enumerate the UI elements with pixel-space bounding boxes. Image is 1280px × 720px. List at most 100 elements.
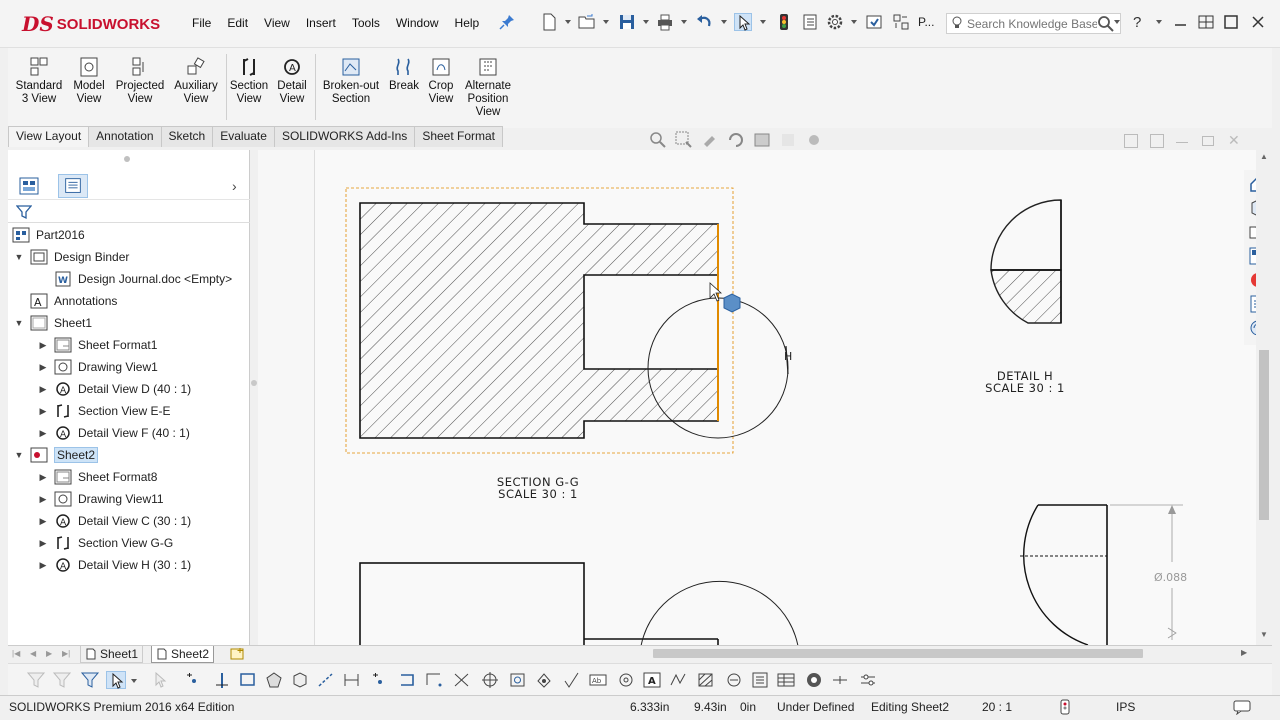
select-other-icon[interactable] bbox=[150, 671, 170, 689]
menu-tools[interactable]: Tools bbox=[344, 16, 388, 30]
alternate-position-view-button[interactable]: Alternate Position View bbox=[460, 56, 516, 119]
tile-icon[interactable] bbox=[1150, 134, 1164, 148]
tree-item-annotations[interactable]: A Annotations bbox=[30, 291, 117, 311]
sheet-scale[interactable]: 20 : 1 bbox=[982, 700, 1012, 714]
expand-arrow-icon[interactable]: ▶ bbox=[38, 362, 48, 373]
tab-sheet-format[interactable]: Sheet Format bbox=[414, 126, 504, 147]
vertical-scroll-thumb[interactable] bbox=[1259, 350, 1269, 520]
lower-views[interactable]: Ø.088 bbox=[359, 504, 1187, 645]
balloon-icon[interactable] bbox=[534, 671, 554, 689]
model-view-button[interactable]: Model View bbox=[68, 56, 110, 106]
filter-edges-icon[interactable] bbox=[52, 671, 72, 689]
select-dropdown-icon[interactable] bbox=[760, 20, 766, 24]
collapse-arrow-icon[interactable]: ▼ bbox=[14, 318, 24, 328]
zoom-to-area-icon[interactable] bbox=[674, 130, 694, 150]
cube-icon[interactable] bbox=[290, 671, 310, 689]
tab-evaluate[interactable]: Evaluate bbox=[212, 126, 275, 147]
sketch-settings-icon[interactable] bbox=[858, 671, 878, 689]
search-icon[interactable] bbox=[1097, 15, 1114, 32]
expand-arrow-icon[interactable]: ▶ bbox=[38, 472, 48, 483]
layer-icon[interactable] bbox=[750, 671, 770, 689]
panel-splitter[interactable] bbox=[250, 150, 258, 645]
minimize-window-icon[interactable] bbox=[1174, 15, 1188, 29]
expand-arrow-icon[interactable]: ▶ bbox=[38, 428, 48, 439]
geometric-tolerance-icon[interactable] bbox=[616, 671, 636, 689]
pin-icon[interactable] bbox=[498, 13, 516, 31]
section-view-g-g[interactable]: H bbox=[345, 187, 792, 454]
vertical-scrollbar[interactable]: ▲ ▼ bbox=[1256, 150, 1272, 645]
horizontal-scroll-thumb[interactable] bbox=[653, 649, 1143, 658]
projected-view-button[interactable]: Projected View bbox=[112, 56, 168, 106]
tree-item-design-journal[interactable]: W Design Journal.doc <Empty> bbox=[54, 269, 232, 289]
menu-insert[interactable]: Insert bbox=[298, 16, 344, 30]
convert-entities-icon[interactable] bbox=[398, 671, 418, 689]
save-icon[interactable] bbox=[618, 13, 636, 31]
restore-down-icon[interactable] bbox=[1124, 134, 1138, 148]
tab-solidworks-add-ins[interactable]: SOLIDWORKS Add-Ins bbox=[273, 126, 416, 147]
center-mark-icon[interactable] bbox=[480, 671, 500, 689]
filter-faces-icon[interactable] bbox=[26, 671, 46, 689]
splitter-grip-icon[interactable] bbox=[251, 380, 257, 386]
tree-item-detail-view-h[interactable]: ▶ A Detail View H (30 : 1) bbox=[38, 555, 192, 575]
select-arrow-icon[interactable] bbox=[734, 13, 752, 31]
tree-item-drawing-view1[interactable]: ▶ Drawing View1 bbox=[38, 357, 158, 377]
table-icon[interactable] bbox=[776, 671, 796, 689]
crop-view-button[interactable]: Crop View bbox=[426, 56, 456, 106]
drawing-canvas[interactable]: H Ø.088 bbox=[258, 150, 1258, 645]
expand-arrow-icon[interactable]: ▶ bbox=[38, 406, 48, 417]
new-dropdown-icon[interactable] bbox=[565, 20, 571, 24]
view-settings-icon[interactable] bbox=[752, 130, 772, 150]
menu-file[interactable]: File bbox=[184, 16, 219, 30]
broken-out-section-button[interactable]: Broken-out Section bbox=[318, 56, 384, 106]
options-dropdown-icon[interactable] bbox=[851, 20, 857, 24]
feature-tree-tab-icon[interactable] bbox=[18, 176, 40, 196]
save-dropdown-icon[interactable] bbox=[643, 20, 649, 24]
weld-symbol-icon[interactable] bbox=[668, 671, 688, 689]
panel-grip-icon[interactable] bbox=[124, 156, 130, 162]
break-button[interactable]: Break bbox=[386, 56, 422, 93]
tree-item-sheet-format1[interactable]: ▶ Sheet Format1 bbox=[38, 335, 157, 355]
scroll-right-icon[interactable]: ▶ bbox=[1241, 648, 1247, 657]
options-gear-icon[interactable] bbox=[826, 13, 844, 31]
expand-arrow-icon[interactable]: ▶ bbox=[38, 560, 48, 571]
solidworks-logo[interactable]: DS SOLIDWORKS bbox=[22, 9, 162, 39]
collapse-arrow-icon[interactable]: ▼ bbox=[14, 450, 24, 460]
tree-item-design-binder[interactable]: ▼ Design Binder bbox=[14, 247, 129, 267]
tree-item-detail-view-f[interactable]: ▶ A Detail View F (40 : 1) bbox=[38, 423, 190, 443]
block-icon[interactable] bbox=[724, 671, 744, 689]
maximize-window-icon[interactable] bbox=[1224, 15, 1238, 29]
polygon-icon[interactable] bbox=[264, 671, 284, 689]
detail-view-button[interactable]: A Detail View bbox=[274, 56, 310, 106]
search-input[interactable] bbox=[967, 16, 1097, 31]
tree-item-section-view-e-e[interactable]: ▶ Section View E-E bbox=[38, 401, 171, 421]
select-tool-icon[interactable] bbox=[106, 671, 126, 689]
zoom-to-fit-icon[interactable] bbox=[648, 130, 668, 150]
tree-item-section-view-g-g[interactable]: ▶ Section View G-G bbox=[38, 533, 174, 553]
print-dropdown-icon[interactable] bbox=[681, 20, 687, 24]
surface-finish-icon[interactable] bbox=[562, 671, 582, 689]
rebuild-view-icon[interactable] bbox=[726, 130, 746, 150]
note-icon[interactable]: A bbox=[642, 671, 662, 689]
collapse-arrow-icon[interactable]: ▼ bbox=[14, 252, 24, 262]
hide-show-items-icon[interactable] bbox=[804, 130, 824, 150]
tree-item-detail-view-c[interactable]: ▶ A Detail View C (30 : 1) bbox=[38, 511, 192, 531]
centerline-icon[interactable] bbox=[212, 671, 232, 689]
point-icon[interactable] bbox=[184, 671, 204, 689]
search-knowledge-base[interactable] bbox=[946, 13, 1121, 34]
expand-arrow-icon[interactable]: ▶ bbox=[38, 494, 48, 505]
expand-arrow-icon[interactable]: ▶ bbox=[38, 384, 48, 395]
graphics-area[interactable]: H Ø.088 SECTION G-G SCALE 30: 1 DETAIL … bbox=[258, 150, 1258, 645]
menu-edit[interactable]: Edit bbox=[219, 16, 256, 30]
close-icon[interactable]: ✕ bbox=[1228, 132, 1240, 149]
file-properties-icon[interactable] bbox=[801, 13, 819, 31]
chevron-right-icon[interactable]: › bbox=[232, 178, 237, 194]
filter-vertices-icon[interactable] bbox=[80, 671, 100, 689]
expand-arrow-icon[interactable]: ▶ bbox=[38, 538, 48, 549]
expand-arrow-icon[interactable]: ▶ bbox=[38, 516, 48, 527]
rebuild-status-icon[interactable] bbox=[1058, 699, 1072, 715]
tab-annotation[interactable]: Annotation bbox=[88, 126, 162, 147]
traffic-light-icon[interactable] bbox=[775, 13, 793, 31]
previous-view-icon[interactable] bbox=[700, 130, 720, 150]
new-document-icon[interactable] bbox=[540, 13, 558, 31]
undo-dropdown-icon[interactable] bbox=[721, 20, 727, 24]
